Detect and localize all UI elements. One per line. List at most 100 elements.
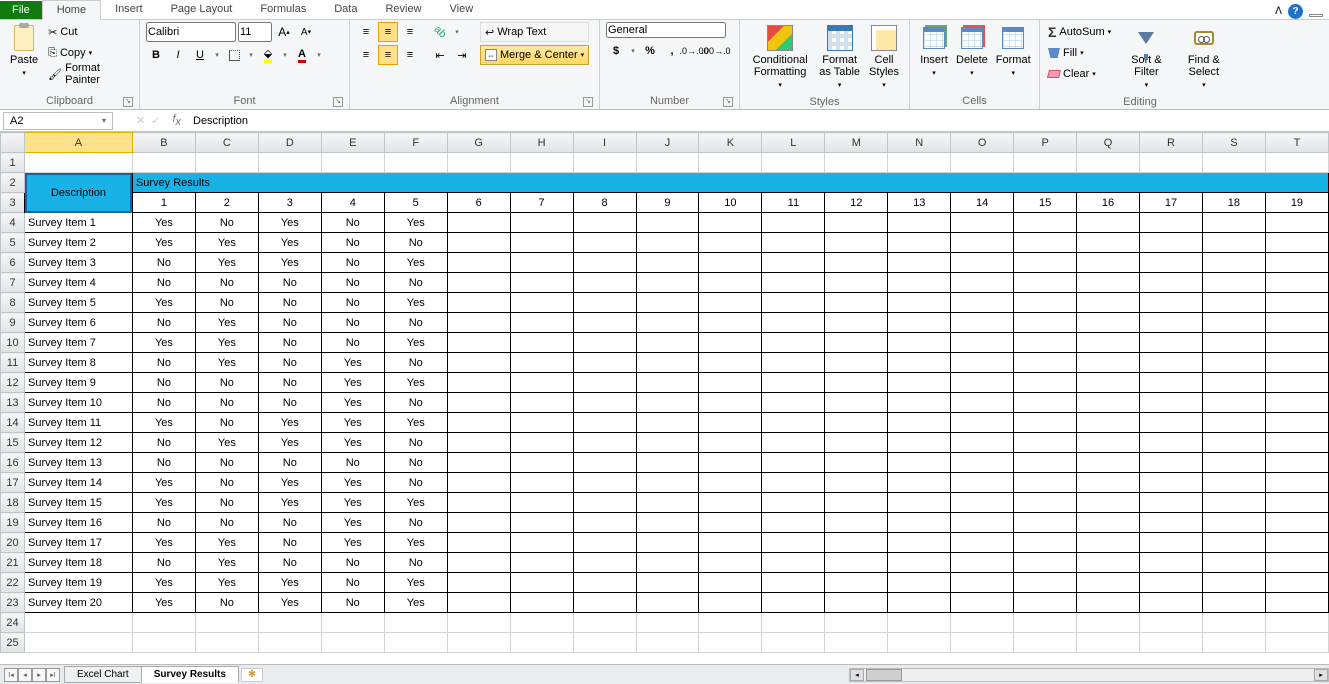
cell-colnum-9[interactable]: 9 — [636, 193, 699, 213]
cell-value[interactable] — [951, 433, 1014, 453]
cell-value[interactable] — [1202, 493, 1265, 513]
cell[interactable] — [25, 633, 133, 653]
cell-value[interactable]: No — [384, 553, 447, 573]
cell-value[interactable] — [888, 233, 951, 253]
cell[interactable] — [510, 613, 573, 633]
cell-value[interactable] — [1077, 573, 1140, 593]
align-middle-button[interactable]: ≡ — [378, 22, 398, 42]
cell-value[interactable]: Yes — [321, 513, 384, 533]
cell-value[interactable] — [1140, 333, 1203, 353]
clear-button[interactable]: Clear▾ — [1046, 64, 1113, 84]
cell-value[interactable] — [1140, 473, 1203, 493]
col-header-M[interactable]: M — [825, 133, 888, 153]
col-header-O[interactable]: O — [951, 133, 1014, 153]
cell-value[interactable]: No — [384, 513, 447, 533]
font-name-select[interactable] — [146, 22, 236, 42]
cell-value[interactable]: No — [258, 353, 321, 373]
cell-value[interactable] — [1265, 273, 1328, 293]
format-as-table-button[interactable]: Format as Table▾ — [814, 22, 865, 94]
row-header-4[interactable]: 4 — [1, 213, 25, 233]
cell-value[interactable] — [1202, 273, 1265, 293]
cell-value[interactable] — [636, 593, 699, 613]
cell-value[interactable] — [825, 553, 888, 573]
cell-colnum-15[interactable]: 15 — [1014, 193, 1077, 213]
cell-value[interactable] — [699, 473, 762, 493]
cancel-formula-icon[interactable]: ✕ — [136, 114, 145, 127]
cell-value[interactable] — [447, 513, 510, 533]
cell-value[interactable] — [1265, 473, 1328, 493]
cell[interactable] — [1265, 153, 1328, 173]
cell-value[interactable] — [1140, 413, 1203, 433]
cell-value[interactable] — [825, 333, 888, 353]
cell-value[interactable] — [825, 573, 888, 593]
cell-value[interactable] — [573, 593, 636, 613]
cell-value[interactable] — [825, 233, 888, 253]
cell-value[interactable] — [510, 553, 573, 573]
cell-value[interactable]: No — [132, 253, 195, 273]
cell-value[interactable] — [1140, 453, 1203, 473]
decrease-indent-button[interactable]: ⇤ — [430, 45, 450, 65]
cell-value[interactable] — [762, 473, 825, 493]
cell-value[interactable] — [888, 453, 951, 473]
fx-icon[interactable]: fx — [172, 113, 181, 128]
cell-value[interactable] — [1265, 493, 1328, 513]
cell-colnum-3[interactable]: 3 — [258, 193, 321, 213]
cell-value[interactable] — [1140, 313, 1203, 333]
cell[interactable] — [573, 153, 636, 173]
cell-value[interactable]: Yes — [195, 533, 258, 553]
cell-value[interactable] — [636, 473, 699, 493]
cell-colnum-18[interactable]: 18 — [1202, 193, 1265, 213]
window-minimize-icon[interactable] — [1309, 14, 1323, 17]
cell-colnum-16[interactable]: 16 — [1077, 193, 1140, 213]
cell-value[interactable]: No — [132, 453, 195, 473]
cell-value[interactable]: No — [258, 513, 321, 533]
cell-value[interactable] — [888, 513, 951, 533]
cell-value[interactable] — [573, 413, 636, 433]
cell-value[interactable] — [825, 493, 888, 513]
row-header-5[interactable]: 5 — [1, 233, 25, 253]
cell-value[interactable] — [1202, 453, 1265, 473]
cell-value[interactable] — [1140, 373, 1203, 393]
cell[interactable] — [258, 153, 321, 173]
cell-desc[interactable]: Survey Item 7 — [25, 333, 133, 353]
col-header-A[interactable]: A — [25, 133, 133, 153]
name-box[interactable]: A2▾ — [3, 112, 113, 130]
cell-value[interactable] — [1202, 553, 1265, 573]
cell-value[interactable] — [1265, 553, 1328, 573]
cell-value[interactable] — [1140, 273, 1203, 293]
cell-value[interactable] — [1014, 433, 1077, 453]
align-right-button[interactable]: ≡ — [400, 45, 420, 65]
cell-value[interactable]: No — [321, 313, 384, 333]
cell-value[interactable]: No — [195, 293, 258, 313]
cell-value[interactable] — [1140, 293, 1203, 313]
tab-data[interactable]: Data — [320, 0, 371, 19]
cell-value[interactable] — [1014, 373, 1077, 393]
col-header-T[interactable]: T — [1265, 133, 1328, 153]
cell-value[interactable]: No — [195, 413, 258, 433]
cell-value[interactable] — [1265, 593, 1328, 613]
cell-value[interactable] — [825, 473, 888, 493]
cell-value[interactable] — [573, 313, 636, 333]
cell-value[interactable]: Yes — [132, 593, 195, 613]
cell-value[interactable]: No — [321, 273, 384, 293]
cell-value[interactable] — [699, 513, 762, 533]
cell-value[interactable] — [510, 293, 573, 313]
row-header-1[interactable]: 1 — [1, 153, 25, 173]
cell-value[interactable] — [762, 233, 825, 253]
cell-value[interactable] — [951, 413, 1014, 433]
cell-value[interactable]: No — [321, 453, 384, 473]
cell-value[interactable]: No — [321, 213, 384, 233]
cell-value[interactable] — [699, 333, 762, 353]
row-header-18[interactable]: 18 — [1, 493, 25, 513]
cell-value[interactable] — [573, 353, 636, 373]
cell[interactable] — [1077, 153, 1140, 173]
row-header-9[interactable]: 9 — [1, 313, 25, 333]
cell-value[interactable] — [825, 373, 888, 393]
cell-value[interactable] — [447, 273, 510, 293]
cell-value[interactable] — [1014, 473, 1077, 493]
number-dialog-icon[interactable]: ↘ — [723, 97, 733, 107]
cell-value[interactable]: Yes — [195, 333, 258, 353]
font-size-select[interactable] — [238, 22, 272, 42]
cell-value[interactable]: Yes — [132, 213, 195, 233]
row-header-22[interactable]: 22 — [1, 573, 25, 593]
